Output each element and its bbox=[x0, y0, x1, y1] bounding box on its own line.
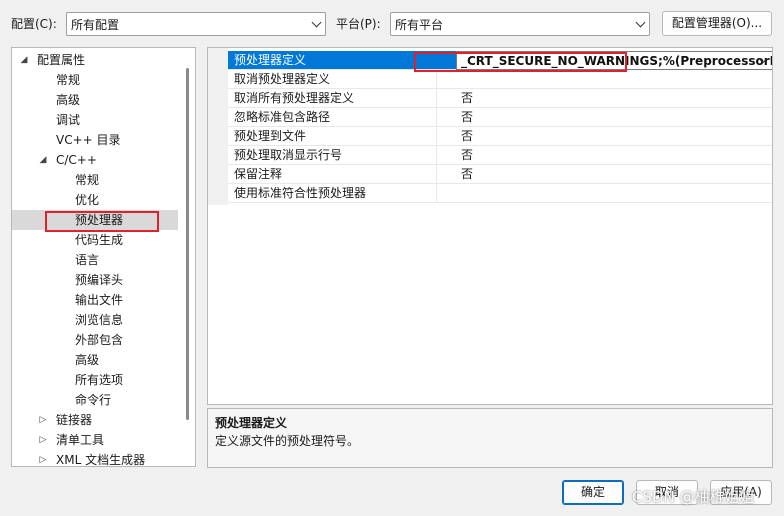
tree-scrollbar[interactable] bbox=[186, 68, 189, 420]
tree-item[interactable]: ◢ 配置属性 bbox=[12, 50, 178, 70]
tree-item[interactable]: 代码生成 bbox=[12, 230, 178, 250]
tree-item-label: 外部包含 bbox=[75, 333, 124, 347]
tree-item[interactable]: 调试 bbox=[12, 110, 178, 130]
property-row[interactable]: 取消所有预处理器定义 否 bbox=[228, 89, 772, 108]
tree-item[interactable]: 常规 bbox=[12, 170, 178, 190]
column-divider bbox=[436, 70, 437, 89]
tree-item[interactable]: 预编译头 bbox=[12, 270, 178, 290]
property-name: 取消所有预处理器定义 bbox=[234, 91, 355, 105]
tree-item[interactable]: 输出文件 bbox=[12, 290, 178, 310]
property-name: 预处理到文件 bbox=[234, 129, 307, 143]
tree-item-label: 预编译头 bbox=[75, 273, 124, 287]
property-value: 否 bbox=[461, 148, 474, 162]
config-label: 配置(C): bbox=[11, 17, 57, 31]
property-row[interactable]: 取消预处理器定义 bbox=[228, 70, 772, 89]
tree-item[interactable]: ▷ 清单工具 bbox=[12, 430, 178, 450]
tree-item-label: 高级 bbox=[75, 353, 100, 367]
tree-item[interactable]: 命令行 bbox=[12, 390, 178, 410]
column-divider bbox=[436, 184, 437, 203]
tree-item-label: 输出文件 bbox=[75, 293, 124, 307]
tree-item[interactable]: ▷ XML 文档生成器 bbox=[12, 450, 178, 467]
tree-item-label: 命令行 bbox=[75, 393, 112, 407]
tree-item-label: XML 文档生成器 bbox=[56, 453, 146, 467]
column-divider bbox=[436, 165, 437, 184]
highlight-preprocessor-value bbox=[414, 52, 627, 72]
property-row[interactable]: 预处理取消显示行号 否 bbox=[228, 146, 772, 165]
tree-item[interactable]: 浏览信息 bbox=[12, 310, 178, 330]
tree-item[interactable]: 所有选项 bbox=[12, 370, 178, 390]
column-divider bbox=[436, 146, 437, 165]
tree-item[interactable]: ◢ C/C++ bbox=[12, 150, 178, 170]
property-tree[interactable]: ◢ 配置属性 常规 高级 调试 VC++ 目录 ◢ C/C++ 常规 优化 预处理器 代码生成 语言 预编… bbox=[11, 47, 196, 467]
config-manager-button[interactable]: 配置管理器(O)... bbox=[662, 11, 772, 36]
property-value: 否 bbox=[461, 167, 474, 181]
property-value: 否 bbox=[461, 110, 474, 124]
property-name: 预处理器定义 bbox=[234, 53, 307, 67]
tree-item[interactable]: 外部包含 bbox=[12, 330, 178, 350]
platform-dropdown-value: 所有平台 bbox=[395, 18, 444, 32]
highlight-selected-tree-item bbox=[45, 211, 159, 232]
chevron-down-icon bbox=[311, 17, 322, 28]
grid-margin bbox=[208, 48, 228, 205]
config-dropdown-value: 所有配置 bbox=[71, 18, 120, 32]
tree-item[interactable]: 高级 bbox=[12, 90, 178, 110]
watermark: CSDN @柚稚姐姐 bbox=[632, 488, 755, 506]
property-name: 使用标准符合性预处理器 bbox=[234, 186, 367, 200]
column-divider bbox=[436, 127, 437, 146]
tree-item-label: 语言 bbox=[75, 253, 100, 267]
property-row[interactable]: 忽略标准包含路径 否 bbox=[228, 108, 772, 127]
tree-item-label: 调试 bbox=[56, 113, 81, 127]
chevron-down-icon bbox=[635, 17, 646, 28]
tree-item-label: C/C++ bbox=[56, 153, 97, 167]
tree-item[interactable]: ▷ 链接器 bbox=[12, 410, 178, 430]
tree-item-label: 常规 bbox=[56, 73, 81, 87]
tree-item-label: 浏览信息 bbox=[75, 313, 124, 327]
tree-item-label: 优化 bbox=[75, 193, 100, 207]
tree-item-label: 所有选项 bbox=[75, 373, 124, 387]
description-text: 定义源文件的预处理符号。 bbox=[215, 434, 360, 448]
ok-button[interactable]: 确定 bbox=[562, 480, 624, 505]
property-name: 保留注释 bbox=[234, 167, 283, 181]
property-name: 预处理取消显示行号 bbox=[234, 148, 343, 162]
tree-item[interactable]: 语言 bbox=[12, 250, 178, 270]
tree-item-label: 配置属性 bbox=[37, 53, 86, 67]
platform-dropdown[interactable]: 所有平台 bbox=[390, 12, 650, 36]
tree-item[interactable]: VC++ 目录 bbox=[12, 130, 178, 150]
expanded-arrow-icon[interactable]: ◢ bbox=[38, 150, 48, 170]
tree-item-label: VC++ 目录 bbox=[56, 133, 121, 147]
property-value: 否 bbox=[461, 91, 474, 105]
tree-item-label: 清单工具 bbox=[56, 433, 105, 447]
column-divider bbox=[436, 108, 437, 127]
property-name: 取消预处理器定义 bbox=[234, 72, 331, 86]
collapsed-arrow-icon[interactable]: ▷ bbox=[38, 410, 48, 430]
tree-item-label: 链接器 bbox=[56, 413, 93, 427]
property-name: 忽略标准包含路径 bbox=[234, 110, 331, 124]
collapsed-arrow-icon[interactable]: ▷ bbox=[38, 450, 48, 466]
expanded-arrow-icon[interactable]: ◢ bbox=[19, 50, 29, 70]
tree-item[interactable]: 优化 bbox=[12, 190, 178, 210]
tree-item-label: 高级 bbox=[56, 93, 81, 107]
column-divider bbox=[436, 89, 437, 108]
description-title: 预处理器定义 bbox=[215, 416, 288, 430]
config-dropdown[interactable]: 所有配置 bbox=[66, 12, 326, 36]
property-row[interactable]: 保留注释 否 bbox=[228, 165, 772, 184]
tree-item-label: 常规 bbox=[75, 173, 100, 187]
platform-label: 平台(P): bbox=[336, 17, 381, 31]
tree-item[interactable]: 高级 bbox=[12, 350, 178, 370]
description-pane: 预处理器定义 定义源文件的预处理符号。 bbox=[207, 408, 773, 468]
property-value: 否 bbox=[461, 129, 474, 143]
property-row[interactable]: 预处理到文件 否 bbox=[228, 127, 772, 146]
collapsed-arrow-icon[interactable]: ▷ bbox=[38, 430, 48, 450]
property-grid[interactable]: 预处理器定义 _CRT_SECURE_NO_WARNINGS;%(Preproce… bbox=[207, 47, 773, 405]
tree-item-label: 代码生成 bbox=[75, 233, 124, 247]
tree-item[interactable]: 常规 bbox=[12, 70, 178, 90]
property-row[interactable]: 使用标准符合性预处理器 bbox=[228, 184, 772, 203]
